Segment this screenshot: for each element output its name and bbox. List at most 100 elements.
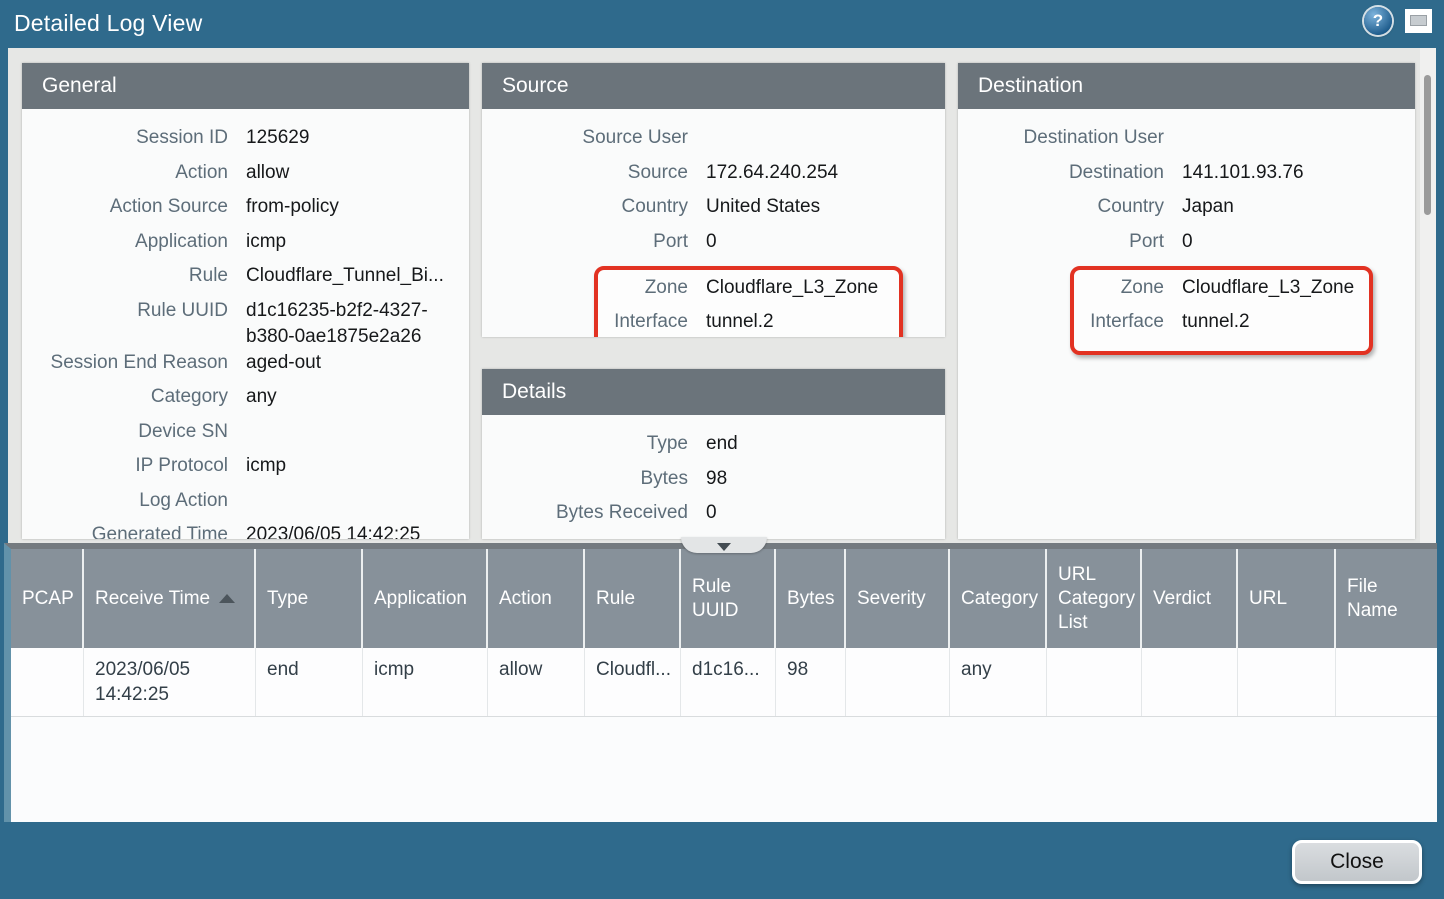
column-header-file-name[interactable]: File Name [1336,549,1437,648]
field-value: icmp [246,229,286,255]
field-label: Country [482,194,688,220]
field-label: Source [482,160,688,186]
panel-source: Source Source User Source 172.64.240.254… [482,63,945,337]
cell-type: end [256,648,363,716]
field-label: Application [22,229,228,255]
field-label: Generated Time [22,522,228,539]
window-icon-glyph [1410,15,1427,26]
cell-bytes: 98 [776,648,846,716]
field-label: Category [22,384,228,410]
field-label: Destination User [958,125,1164,151]
field-value: 172.64.240.254 [706,160,838,186]
column-header-url[interactable]: URL [1238,549,1336,648]
field-label: Session End Reason [22,350,228,376]
scrollbar-thumb[interactable] [1424,75,1431,215]
field-label: Bytes Received [482,500,688,526]
field-row: Country United States [482,194,945,229]
field-label: Port [482,229,688,255]
cell-rule-uuid: d1c16... [681,648,776,716]
field-value: icmp [246,453,286,479]
field-row: Rule Cloudflare_Tunnel_Bi... [22,263,469,298]
field-row: Type end [482,431,945,466]
collapse-handle[interactable] [681,537,767,553]
field-row: Country Japan [958,194,1415,229]
column-header-bytes[interactable]: Bytes [776,549,846,648]
cell-receive-time: 2023/06/05 14:42:25 [84,648,256,716]
column-header-pcap[interactable]: PCAP [11,549,84,648]
field-row: Source User [482,125,945,160]
field-value: aged-out [246,350,321,376]
field-label: Zone [598,275,688,301]
column-header-verdict[interactable]: Verdict [1142,549,1238,648]
cell-rule: Cloudfl... [585,648,681,716]
field-label: Port [958,229,1164,255]
field-row: Rule UUID d1c16235-b2f2-4327-b380-0ae187… [22,298,469,350]
cell-verdict [1142,648,1238,716]
cell-url-category-list [1047,648,1142,716]
field-label: Log Action [22,488,228,514]
column-header-action[interactable]: Action [488,549,585,648]
cell-url [1238,648,1336,716]
panels-scrollbar[interactable] [1420,48,1436,543]
cell-pcap [11,648,84,716]
panel-general: General Session ID 125629 Action allow A… [22,63,469,539]
field-row: Log Action [22,488,469,523]
titlebar: Detailed Log View ? [0,0,1444,48]
column-header-application[interactable]: Application [363,549,488,648]
chevron-down-icon [717,543,731,551]
field-label: Rule UUID [22,298,228,324]
panel-destination-title: Destination [958,63,1415,109]
field-row: Port 0 [482,229,945,264]
column-header-type[interactable]: Type [256,549,363,648]
titlebar-icons: ? [1364,7,1432,35]
field-value: 141.101.93.76 [1182,160,1304,186]
field-value: tunnel.2 [1182,309,1250,335]
field-row: IP Protocol icmp [22,453,469,488]
source-zone-highlight-box: Zone Cloudflare_L3_Zone Interface tunnel… [594,266,903,337]
field-row: Interface tunnel.2 [1074,309,1363,343]
field-row: Bytes Received 0 [482,500,945,535]
field-value: d1c16235-b2f2-4327-b380-0ae1875e2a26 [246,298,458,350]
field-label: Interface [598,309,688,335]
column-header-rule[interactable]: Rule [585,549,681,648]
page-title: Detailed Log View [14,10,202,37]
panel-general-title: General [22,63,469,109]
panel-general-body: Session ID 125629 Action allow Action So… [22,109,469,539]
field-value: Cloudflare_L3_Zone [1182,275,1354,301]
field-value: 0 [706,500,717,526]
table-row[interactable]: 2023/06/05 14:42:25 end icmp allow Cloud… [11,648,1437,717]
field-value: any [246,384,277,410]
column-header-severity[interactable]: Severity [846,549,950,648]
field-row: Interface tunnel.2 [598,309,893,337]
field-label: Country [958,194,1164,220]
field-label: Type [482,431,688,457]
column-header-url-category-list[interactable]: URL Category List [1047,549,1142,648]
field-row: Destination 141.101.93.76 [958,160,1415,195]
window-icon[interactable] [1405,9,1432,33]
cell-category: any [950,648,1047,716]
field-row: Application icmp [22,229,469,264]
panel-source-body: Source User Source 172.64.240.254 Countr… [482,109,945,337]
field-value: allow [246,160,289,186]
panel-destination-body: Destination User Destination 141.101.93.… [958,109,1415,355]
field-value: tunnel.2 [706,309,774,335]
close-button[interactable]: Close [1292,840,1422,884]
log-table-header: PCAP Receive Time Type Application Actio… [11,549,1437,648]
field-row: Bytes 98 [482,466,945,501]
panel-destination: Destination Destination User Destination… [958,63,1415,539]
field-value: 2023/06/05 14:42:25 [246,522,420,539]
field-label: Interface [1074,309,1164,335]
column-header-category[interactable]: Category [950,549,1047,648]
column-header-receive-time[interactable]: Receive Time [84,549,256,648]
column-header-rule-uuid[interactable]: Rule UUID [681,549,776,648]
destination-zone-highlight-box: Zone Cloudflare_L3_Zone Interface tunnel… [1070,266,1373,355]
field-value: United States [706,194,820,220]
field-row: Port 0 [958,229,1415,264]
field-label: Destination [958,160,1164,186]
detail-panels-area: General Session ID 125629 Action allow A… [8,48,1436,543]
field-row: Zone Cloudflare_L3_Zone [598,275,893,309]
help-icon[interactable]: ? [1364,7,1392,35]
panel-details-title: Details [482,369,945,415]
field-label: Source User [482,125,688,151]
cell-action: allow [488,648,585,716]
